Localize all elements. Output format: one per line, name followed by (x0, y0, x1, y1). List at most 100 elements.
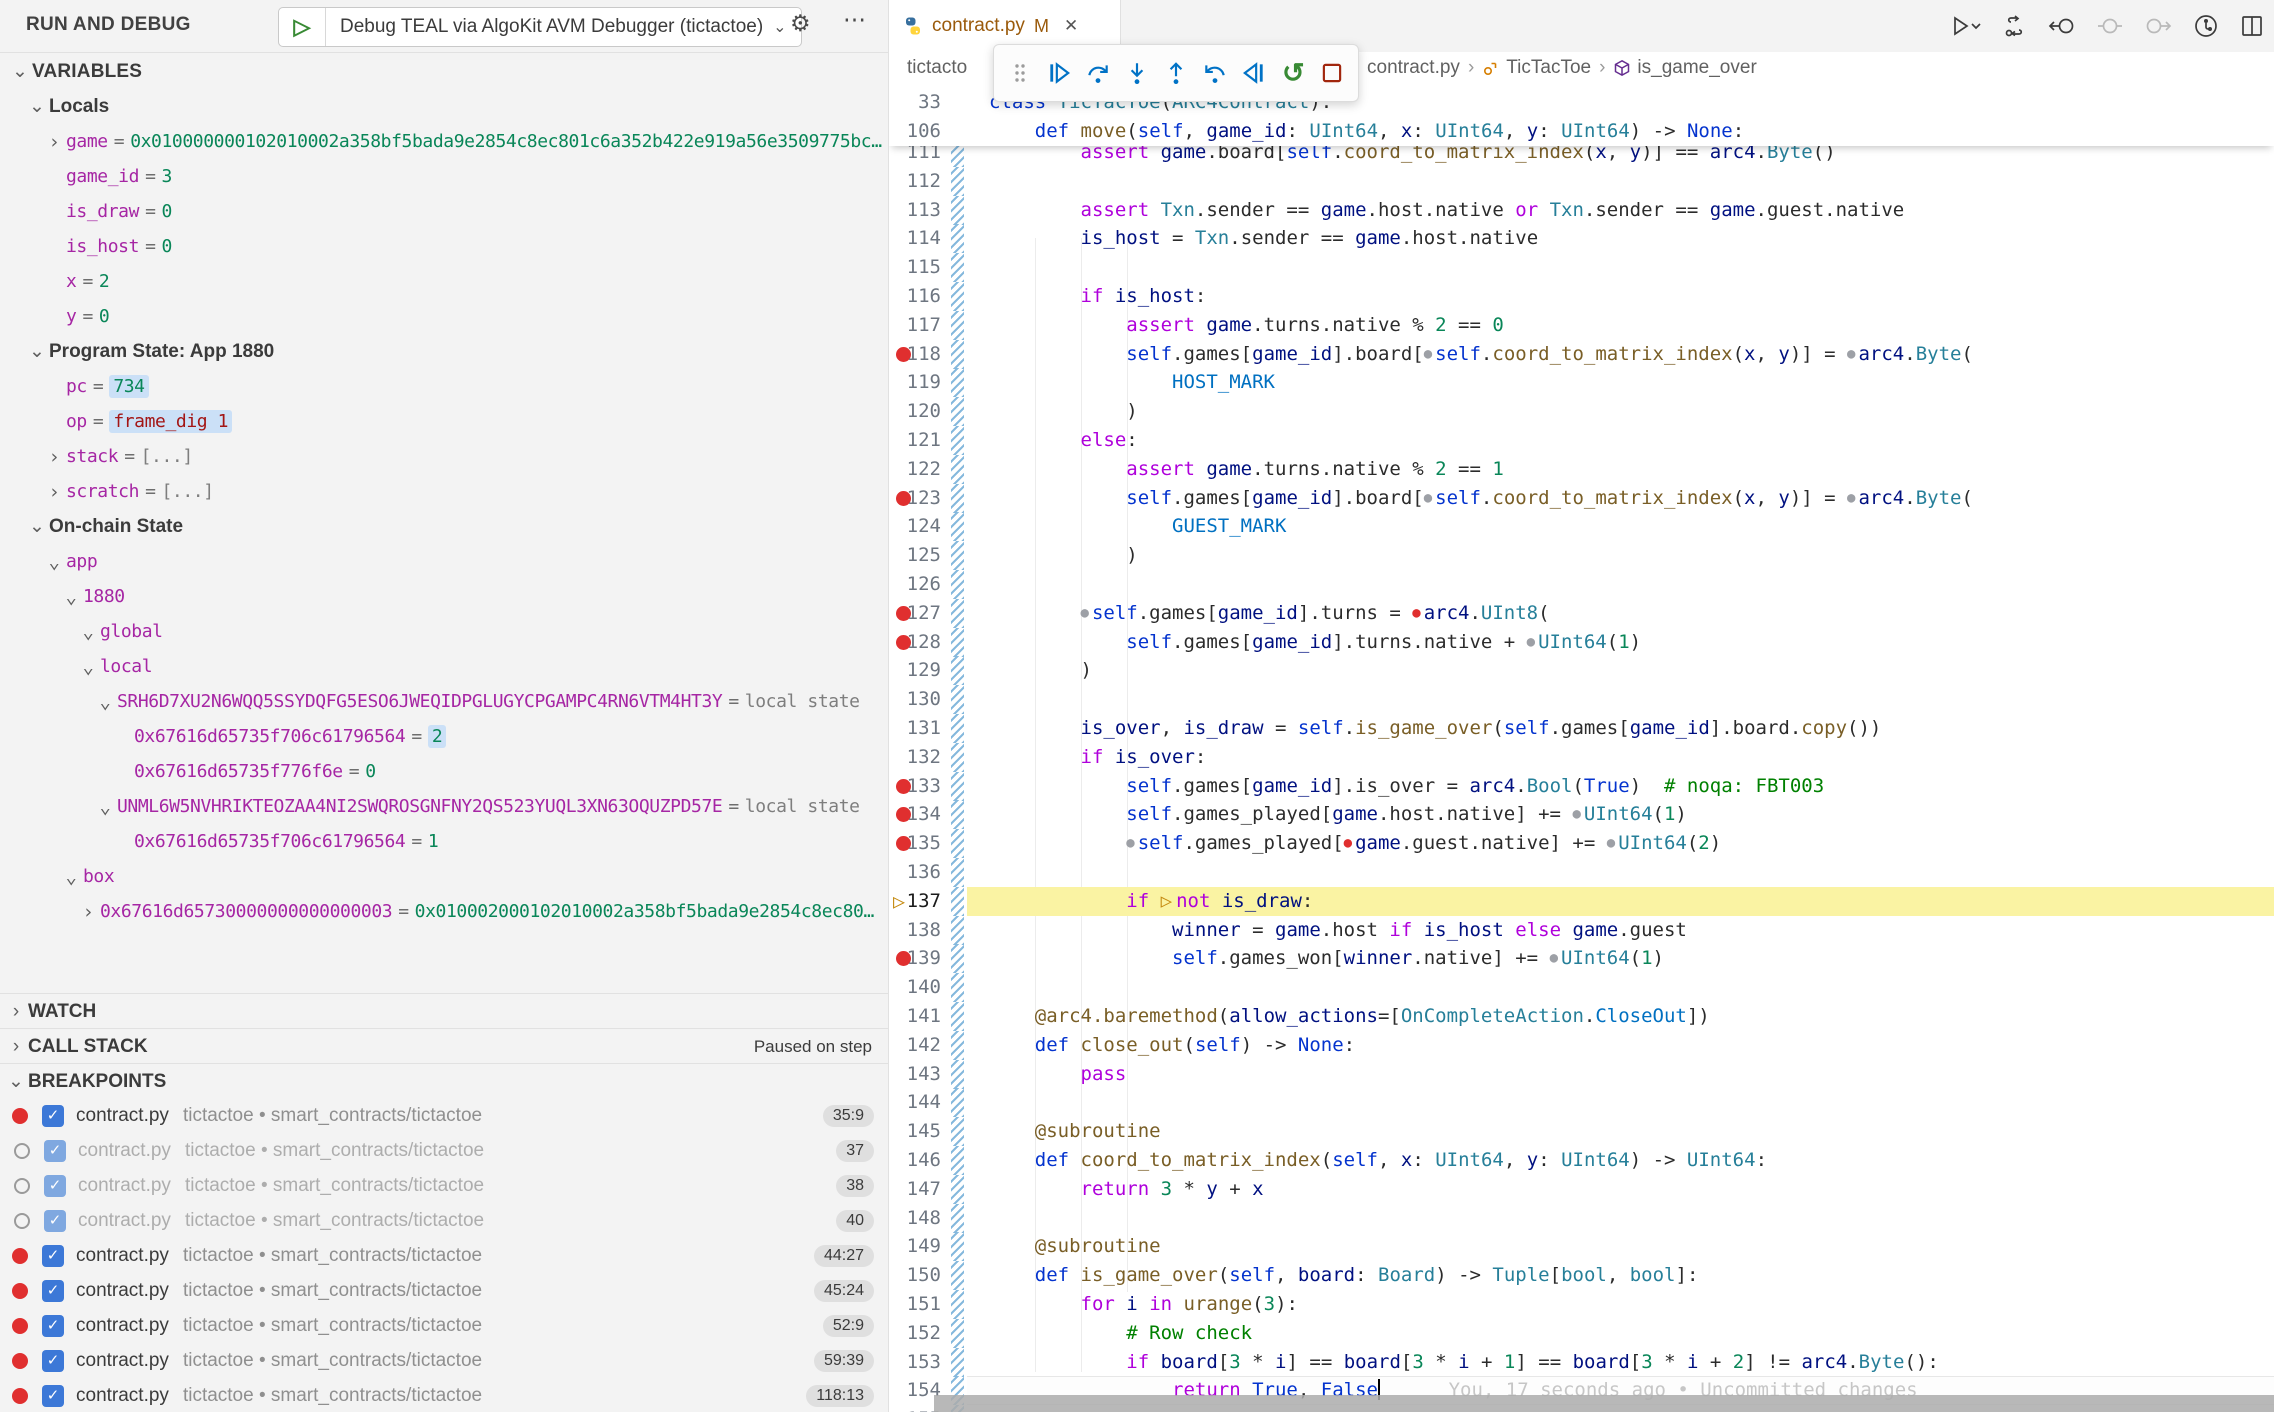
line-number[interactable]: 130 (889, 685, 941, 714)
line-number[interactable]: 145 (889, 1117, 941, 1146)
line-number[interactable]: 116 (889, 282, 941, 311)
code-line[interactable]: 140 (889, 973, 2274, 1002)
code-line[interactable]: 106 def move(self, game_id: UInt64, x: U… (889, 117, 2274, 146)
step-back-button[interactable] (1200, 55, 1231, 91)
code-line[interactable]: 128 self.games[game_id].turns.native + ●… (889, 628, 2274, 657)
variable-row[interactable]: x=2 (0, 264, 888, 299)
step-over-button[interactable] (1082, 55, 1113, 91)
code-line[interactable]: 132 if is_over: (889, 743, 2274, 772)
code-line[interactable]: 147 return 3 * y + x (889, 1175, 2274, 1204)
line-number[interactable]: 114 (889, 224, 941, 253)
horizontal-scrollbar[interactable] (934, 1395, 2274, 1412)
code-line[interactable]: 131 is_over, is_draw = self.is_game_over… (889, 714, 2274, 743)
line-number[interactable]: 149 (889, 1232, 941, 1261)
chevron-down-icon[interactable]: ⌄ (59, 866, 83, 888)
breakpoint-row[interactable]: ✓contract.pytictactoe • smart_contracts/… (0, 1133, 888, 1168)
variable-row[interactable]: ⌄app (0, 544, 888, 579)
code-line[interactable]: 117 assert game.turns.native % 2 == 0 (889, 311, 2274, 340)
line-number[interactable]: 138 (889, 916, 941, 945)
chevron-down-icon[interactable]: ⌄ (25, 95, 49, 118)
tree-section-row[interactable]: ⌄Locals (0, 89, 888, 124)
code-line[interactable]: 141 @arc4.baremethod(allow_actions=[OnCo… (889, 1002, 2274, 1031)
chevron-down-icon[interactable]: ⌄ (76, 621, 100, 643)
line-number[interactable]: 106 (889, 117, 941, 146)
code-line[interactable]: 148 (889, 1204, 2274, 1233)
variable-row[interactable]: ⌄local (0, 649, 888, 684)
breakpoint-row[interactable]: ✓contract.pytictactoe • smart_contracts/… (0, 1168, 888, 1203)
line-number[interactable]: 33 (889, 88, 941, 117)
line-number[interactable]: 143 (889, 1060, 941, 1089)
breadcrumb-item-tictactoe[interactable]: TicTacToe (1482, 57, 1591, 79)
code-line[interactable]: 122 assert game.turns.native % 2 == 1 (889, 455, 2274, 484)
line-number[interactable]: 115 (889, 253, 941, 282)
code-line[interactable]: 126 (889, 570, 2274, 599)
line-number[interactable]: 129 (889, 656, 941, 685)
line-number[interactable]: 139 (889, 944, 941, 973)
chevron-down-icon[interactable]: ⌄ (59, 586, 83, 608)
code-line[interactable]: 115 (889, 253, 2274, 282)
code-line[interactable]: 130 (889, 685, 2274, 714)
code-line[interactable]: 151 for i in urange(3): (889, 1290, 2274, 1319)
run-file-icon[interactable] (1952, 15, 1982, 37)
code-line[interactable]: 123 self.games[game_id].board[●self.coor… (889, 484, 2274, 513)
chevron-down-icon[interactable]: ⌄ (25, 515, 49, 538)
chevron-down-icon[interactable]: ⌄ (8, 60, 32, 83)
close-icon[interactable]: ✕ (1064, 16, 1078, 36)
variable-row[interactable]: ⌄box (0, 859, 888, 894)
variable-row[interactable]: op=frame_dig 1 (0, 404, 888, 439)
code-line[interactable]: 124 GUEST_MARK (889, 512, 2274, 541)
line-number[interactable]: 113 (889, 196, 941, 225)
breakpoint-row[interactable]: ✓contract.pytictactoe • smart_contracts/… (0, 1273, 888, 1308)
breakpoint-checkbox[interactable]: ✓ (44, 1140, 66, 1162)
code-line[interactable]: 127 ●self.games[game_id].turns = ●arc4.U… (889, 599, 2274, 628)
code-line[interactable]: 116 if is_host: (889, 282, 2274, 311)
variable-row[interactable]: ›0x67616d65730000000000000003=0x01000200… (0, 894, 888, 929)
tree-section-row[interactable]: ⌄On-chain State (0, 509, 888, 544)
chevron-down-icon[interactable]: ⌄ (93, 691, 117, 713)
variable-row[interactable]: is_draw=0 (0, 194, 888, 229)
variable-row[interactable]: 0x67616d65735f706c61796564=1 (0, 824, 888, 859)
variable-row[interactable]: game_id=3 (0, 159, 888, 194)
line-number[interactable]: 136 (889, 858, 941, 887)
variable-row[interactable]: 0x67616d65735f776f6e=0 (0, 754, 888, 789)
line-number[interactable]: 132 (889, 743, 941, 772)
code-line[interactable]: 113 assert Txn.sender == game.host.nativ… (889, 196, 2274, 225)
code-area[interactable]: 111 assert game.board[self.coord_to_matr… (889, 88, 2274, 1412)
line-number[interactable]: 142 (889, 1031, 941, 1060)
variable-row[interactable]: ›stack=[...] (0, 439, 888, 474)
line-number[interactable]: 119 (889, 368, 941, 397)
line-number[interactable]: 126 (889, 570, 941, 599)
previous-change-icon[interactable] (2048, 14, 2076, 38)
code-line[interactable]: 144 (889, 1088, 2274, 1117)
line-number[interactable]: 124 (889, 512, 941, 541)
watch-section-header[interactable]: › WATCH (0, 993, 888, 1029)
restart-button[interactable]: ↺ (1278, 55, 1309, 91)
chevron-down-icon[interactable]: ⌄ (25, 340, 49, 363)
continue-button[interactable] (1043, 55, 1074, 91)
breakpoint-row[interactable]: ✓contract.pytictactoe • smart_contracts/… (0, 1343, 888, 1378)
code-line[interactable]: 138 winner = game.host if is_host else g… (889, 916, 2274, 945)
line-number[interactable]: 137 (889, 887, 941, 916)
current-execution-line[interactable]: ▷137 if ▷not is_draw: (889, 887, 2274, 916)
code-line[interactable]: 139 self.games_won[winner.native] += ●UI… (889, 944, 2274, 973)
line-number[interactable]: 152 (889, 1319, 941, 1348)
breakpoint-checkbox[interactable]: ✓ (42, 1105, 64, 1127)
line-number[interactable]: 134 (889, 800, 941, 829)
breakpoint-checkbox[interactable]: ✓ (42, 1245, 64, 1267)
variable-row[interactable]: pc=734 (0, 369, 888, 404)
breakpoint-checkbox[interactable]: ✓ (44, 1175, 66, 1197)
line-number[interactable]: 122 (889, 455, 941, 484)
code-line[interactable]: 112 (889, 167, 2274, 196)
chevron-down-icon[interactable]: ⌄ (93, 796, 117, 818)
code-line[interactable]: 135 ●self.games_played[●game.guest.nativ… (889, 829, 2274, 858)
gear-icon[interactable]: ⚙ (790, 10, 811, 37)
line-number[interactable]: 151 (889, 1290, 941, 1319)
code-line[interactable]: 136 (889, 858, 2274, 887)
line-number[interactable]: 141 (889, 1002, 941, 1031)
code-line[interactable]: 114 is_host = Txn.sender == game.host.na… (889, 224, 2274, 253)
breakpoint-checkbox[interactable]: ✓ (42, 1280, 64, 1302)
debug-config-dropdown[interactable]: Debug TEAL via AlgoKit AVM Debugger (tic… (326, 8, 801, 46)
code-line[interactable]: 145 @subroutine (889, 1117, 2274, 1146)
line-number[interactable]: 131 (889, 714, 941, 743)
code-line[interactable]: 125 ) (889, 541, 2274, 570)
